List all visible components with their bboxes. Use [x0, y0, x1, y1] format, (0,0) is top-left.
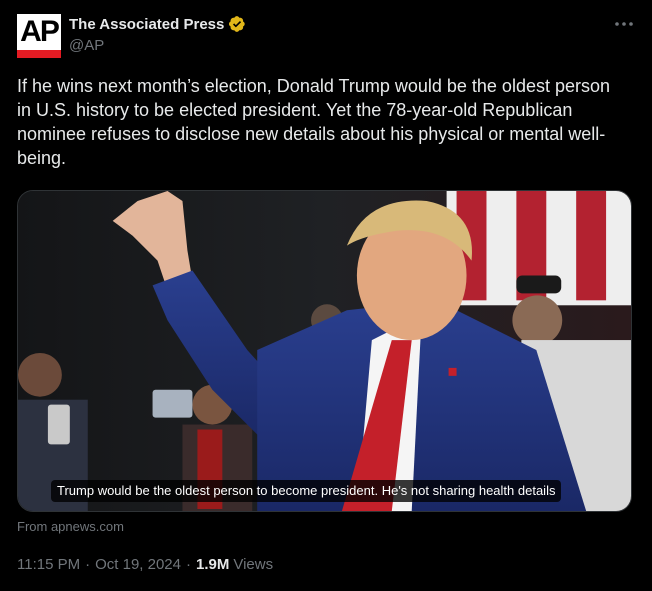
author-name-row[interactable]: The Associated Press	[69, 15, 246, 33]
ap-logo: AP	[20, 15, 60, 48]
verified-badge-icon[interactable]	[228, 15, 246, 33]
separator: ·	[85, 556, 91, 573]
article-photo	[18, 191, 631, 511]
tweet-text: If he wins next month’s election, Donald…	[17, 76, 611, 168]
separator-2: ·	[186, 556, 191, 573]
views-label: Views	[233, 556, 274, 573]
logo-red-bar	[17, 50, 61, 58]
link-card[interactable]: Trump would be the oldest person to beco…	[17, 190, 632, 512]
author-handle[interactable]: @AP	[69, 37, 104, 54]
display-name[interactable]: The Associated Press	[69, 16, 224, 33]
more-options-button[interactable]	[610, 12, 638, 36]
avatar[interactable]: AP	[17, 14, 61, 58]
tweet-time[interactable]: 11:15 PM	[17, 556, 80, 573]
tweet-date[interactable]: Oct 19, 2024	[95, 556, 181, 573]
views-count: 1.9M	[196, 556, 230, 573]
more-horizontal-icon	[615, 22, 633, 26]
card-caption: Trump would be the oldest person to beco…	[51, 480, 562, 502]
tweet-meta: 11:15 PM · Oct 19, 2024 · 1.9M Views	[17, 556, 273, 573]
link-source[interactable]: From apnews.com	[17, 519, 124, 534]
